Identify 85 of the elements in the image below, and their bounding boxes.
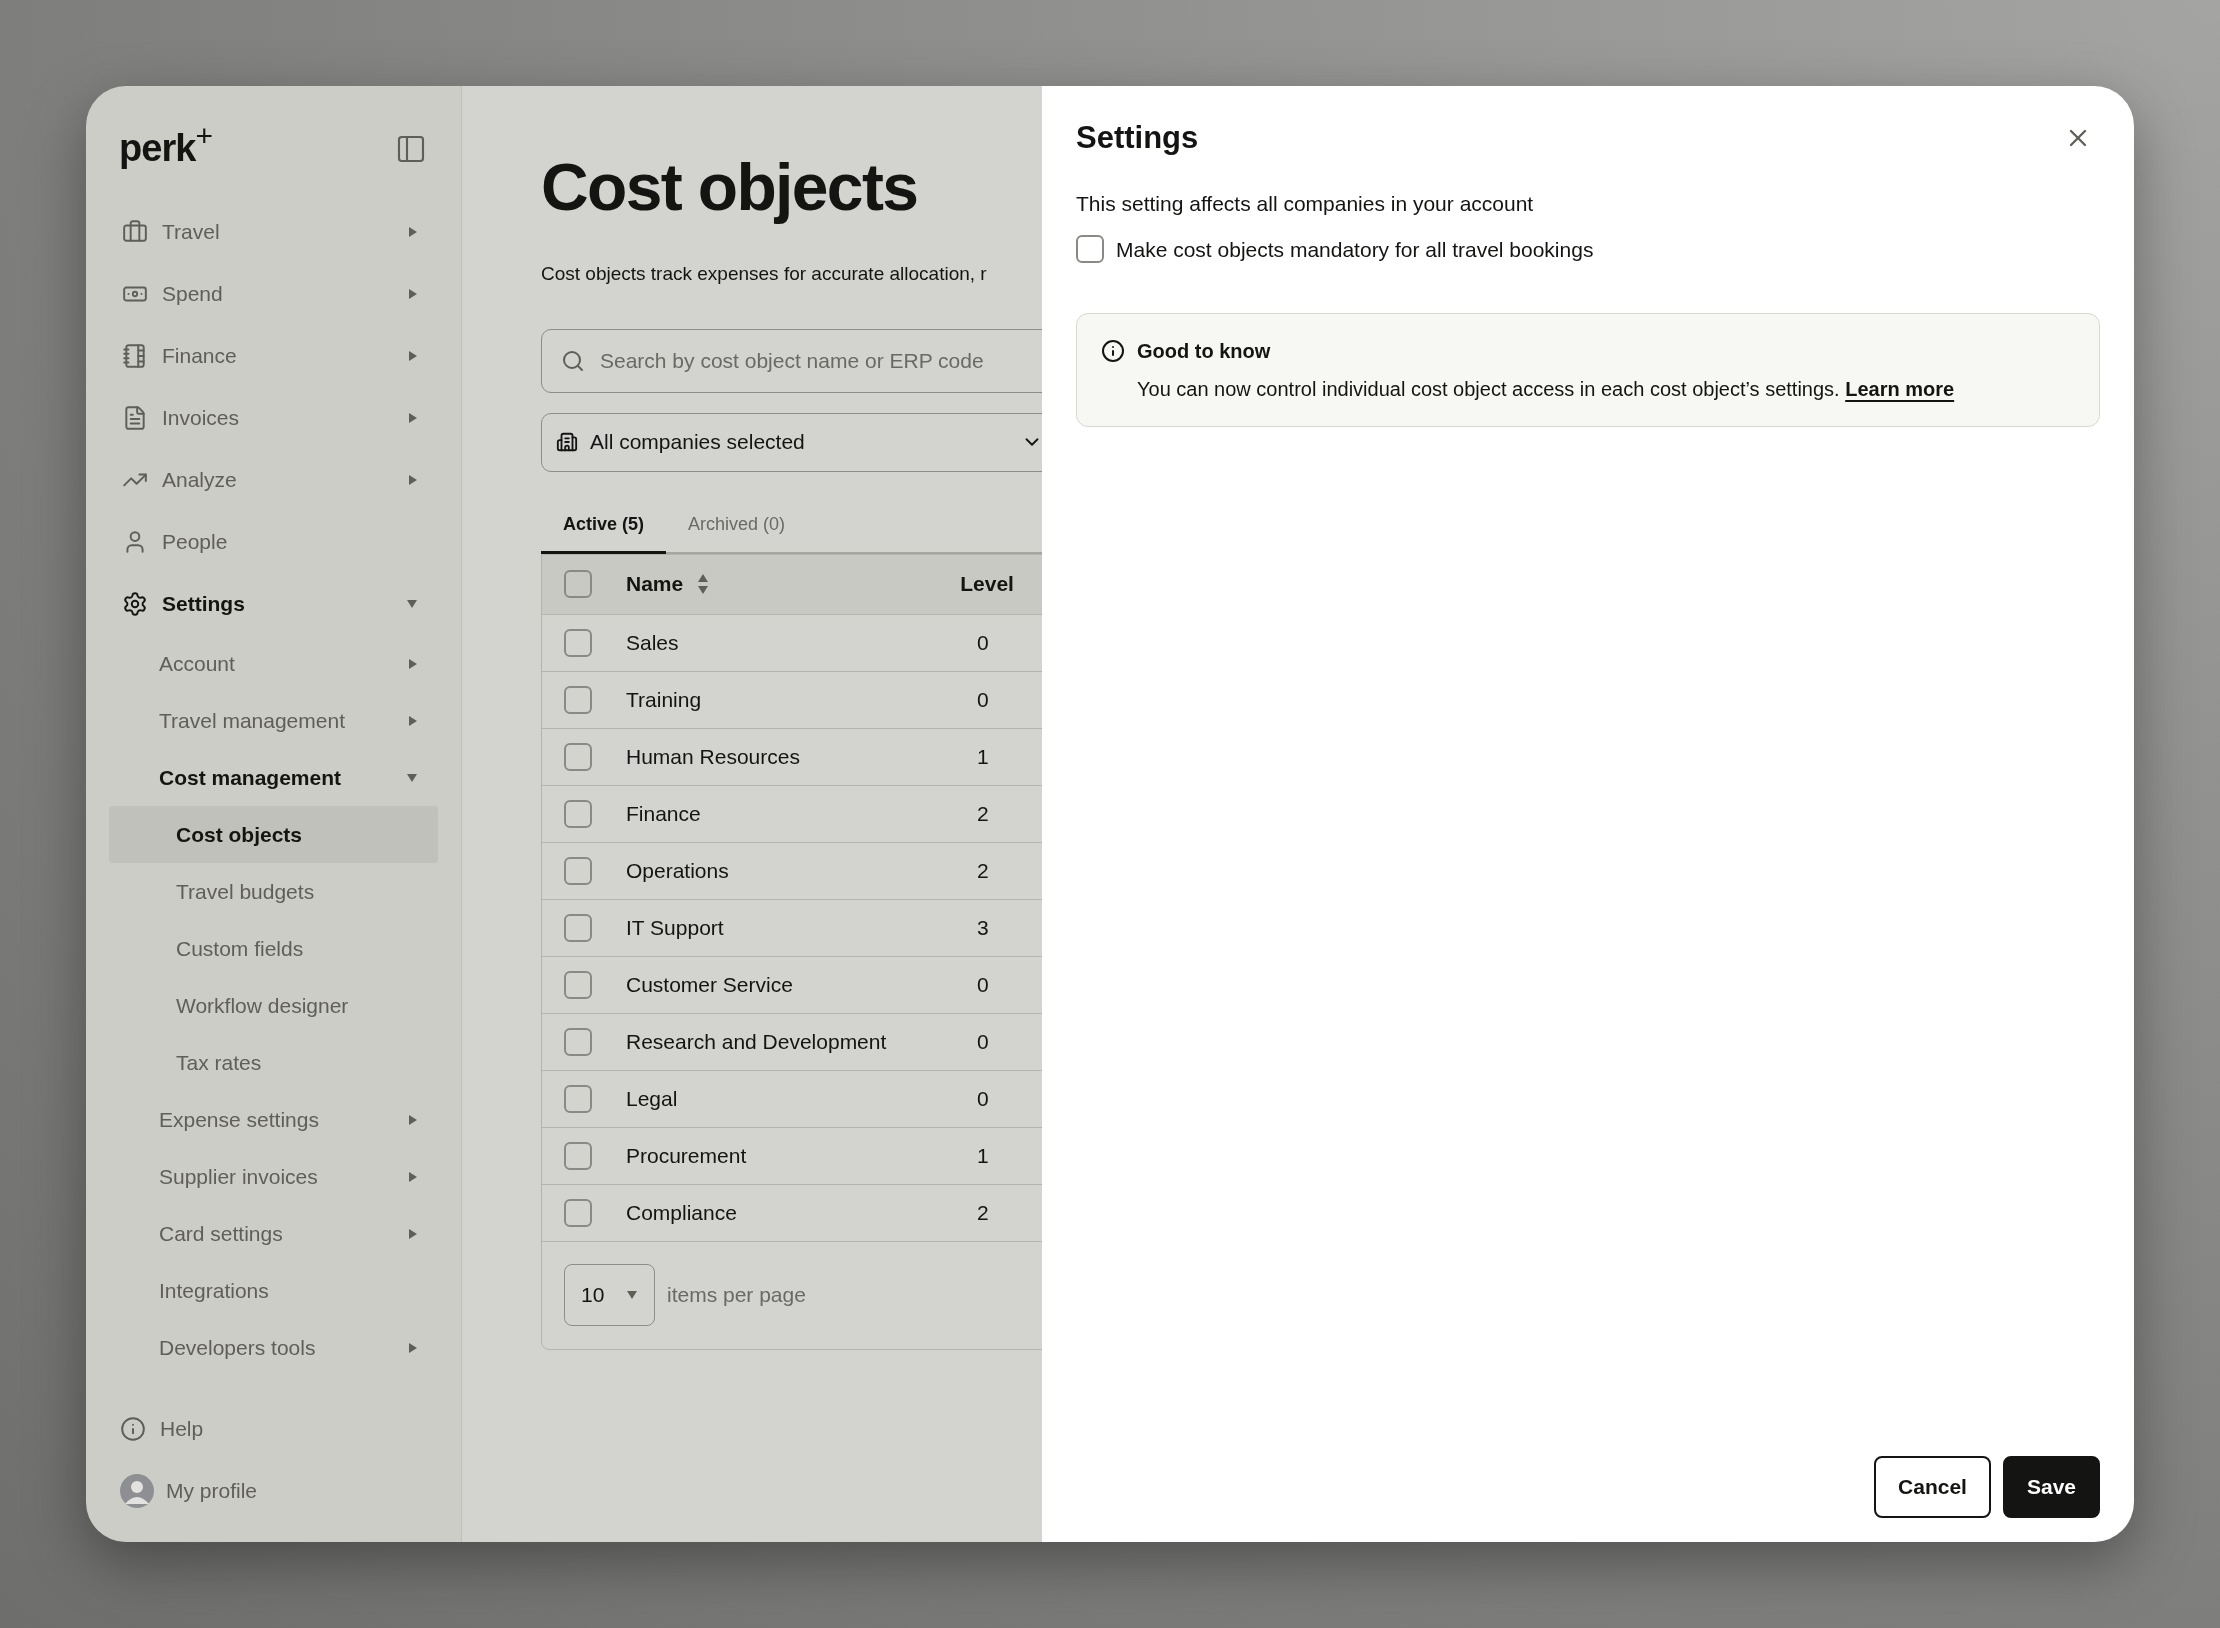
table-cell-text: Customer Service [626, 971, 794, 998]
cancel-button[interactable]: Cancel [1874, 1456, 1991, 1518]
row-checkbox[interactable] [564, 799, 592, 828]
sidebar-item[interactable]: Spend [109, 263, 438, 325]
avatar [120, 1474, 154, 1508]
table-cell-text: Operations [626, 857, 730, 884]
sidebar-item[interactable]: Travel [109, 201, 438, 263]
per-page-label: items per page [667, 1282, 806, 1309]
column-header[interactable]: Name [626, 568, 684, 600]
search-icon [561, 348, 585, 373]
row-checkbox[interactable] [564, 742, 592, 771]
sidebar-item[interactable]: Settings [109, 573, 438, 635]
info-icon [1101, 339, 1125, 363]
column-header: Level [960, 571, 1014, 598]
table-cell-text: 3 [977, 914, 989, 941]
row-checkbox[interactable] [564, 685, 592, 714]
table-cell-text: Sales [626, 629, 680, 656]
nav-icon [122, 343, 148, 369]
sidebar-item[interactable]: Integrations [109, 1262, 438, 1319]
logo: perk$^{+}$ [119, 120, 213, 171]
checkbox-label: Make cost objects mandatory for all travel bookings [1116, 236, 1594, 263]
table-cell-text: 2 [977, 1199, 989, 1226]
building-icon [556, 431, 578, 453]
row-checkbox[interactable] [564, 628, 592, 657]
table-cell-text: IT Support [626, 914, 725, 941]
table-cell-text: 2 [977, 800, 989, 827]
table-cell-text: Human Resources [626, 743, 801, 770]
table-cell-text: Training [626, 686, 703, 713]
row-checkbox[interactable] [564, 1084, 592, 1113]
sidebar-item[interactable]: Travel management [109, 692, 438, 749]
per-page-select[interactable]: 10 [564, 1264, 655, 1326]
sidebar-item[interactable]: Analyze [109, 449, 438, 511]
sidebar-item[interactable]: Invoices [109, 387, 438, 449]
row-checkbox[interactable] [564, 970, 592, 999]
table-cell-text: 1 [977, 1142, 989, 1169]
sidebar-item[interactable]: Workflow designer [109, 977, 438, 1034]
sidebar-item[interactable]: Account [109, 635, 438, 692]
sidebar-item[interactable]: Finance [109, 325, 438, 387]
sort-icon[interactable] [697, 573, 710, 595]
sidebar-item[interactable]: Developers tools [109, 1319, 438, 1376]
sidebar-item[interactable]: Cost management [109, 749, 438, 806]
sidebar-item[interactable]: My profile [109, 1460, 438, 1522]
nav-icon [122, 219, 148, 245]
table-cell-text: Compliance [626, 1199, 738, 1226]
table-cell-text: 1 [977, 743, 989, 770]
table-cell-text: Procurement [626, 1142, 748, 1169]
sidebar-item[interactable]: Help [109, 1398, 438, 1460]
sidebar-item[interactable]: Tax rates [109, 1034, 438, 1091]
sidebar-item[interactable]: Card settings [109, 1205, 438, 1262]
table-cell-text: 0 [977, 1085, 989, 1112]
sidebar-item[interactable]: Cost objects [109, 806, 438, 863]
row-checkbox[interactable] [564, 1141, 592, 1170]
nav-icon [122, 591, 148, 617]
table-cell-text: 0 [977, 686, 989, 713]
nav-icon [122, 405, 148, 431]
row-checkbox[interactable] [564, 1027, 592, 1056]
row-checkbox[interactable] [564, 1198, 592, 1227]
sidebar-item[interactable]: Custom fields [109, 920, 438, 977]
save-button[interactable]: Save [2002, 1456, 2100, 1518]
table-cell-text: Finance [626, 800, 702, 827]
sidebar-item[interactable]: Supplier invoices [109, 1148, 438, 1205]
row-checkbox[interactable] [564, 856, 592, 885]
select-all-checkbox[interactable] [564, 570, 592, 598]
learn-more-link[interactable]: Learn more [1845, 378, 1955, 400]
table-cell-text: 0 [977, 971, 989, 998]
row-checkbox[interactable] [564, 913, 592, 942]
caret-down-icon [626, 1290, 638, 1300]
table-cell-text: 0 [977, 1028, 989, 1055]
info-text: You can now control individual cost object access in each cost object’s settings. Learn more [1137, 377, 1956, 402]
sidebar-item[interactable]: Expense settings [109, 1091, 438, 1148]
sidebar-item[interactable]: Travel budgets [109, 863, 438, 920]
help-icon [120, 1416, 146, 1442]
table-cell-text: Legal [626, 1085, 679, 1112]
search-field[interactable]: Search by cost object name or ERP code [541, 328, 1042, 393]
page-description: Cost objects track expenses for accurate allocation, r [541, 262, 988, 286]
mandatory-checkbox[interactable] [1076, 235, 1104, 264]
dialog-note: This setting affects all companies in your account [1076, 191, 1535, 217]
table-cell-text: Research and Development [626, 1028, 888, 1055]
sidebar-item[interactable]: People [109, 511, 438, 573]
company-dropdown[interactable]: All companies selected [541, 412, 1042, 472]
tab[interactable]: Archived (0) [666, 497, 808, 554]
info-title: Good to know [1137, 339, 1271, 364]
table-cell-text: 0 [977, 629, 989, 656]
dialog-title: Settings [1076, 118, 1199, 157]
table-cell-text: 2 [977, 857, 989, 884]
